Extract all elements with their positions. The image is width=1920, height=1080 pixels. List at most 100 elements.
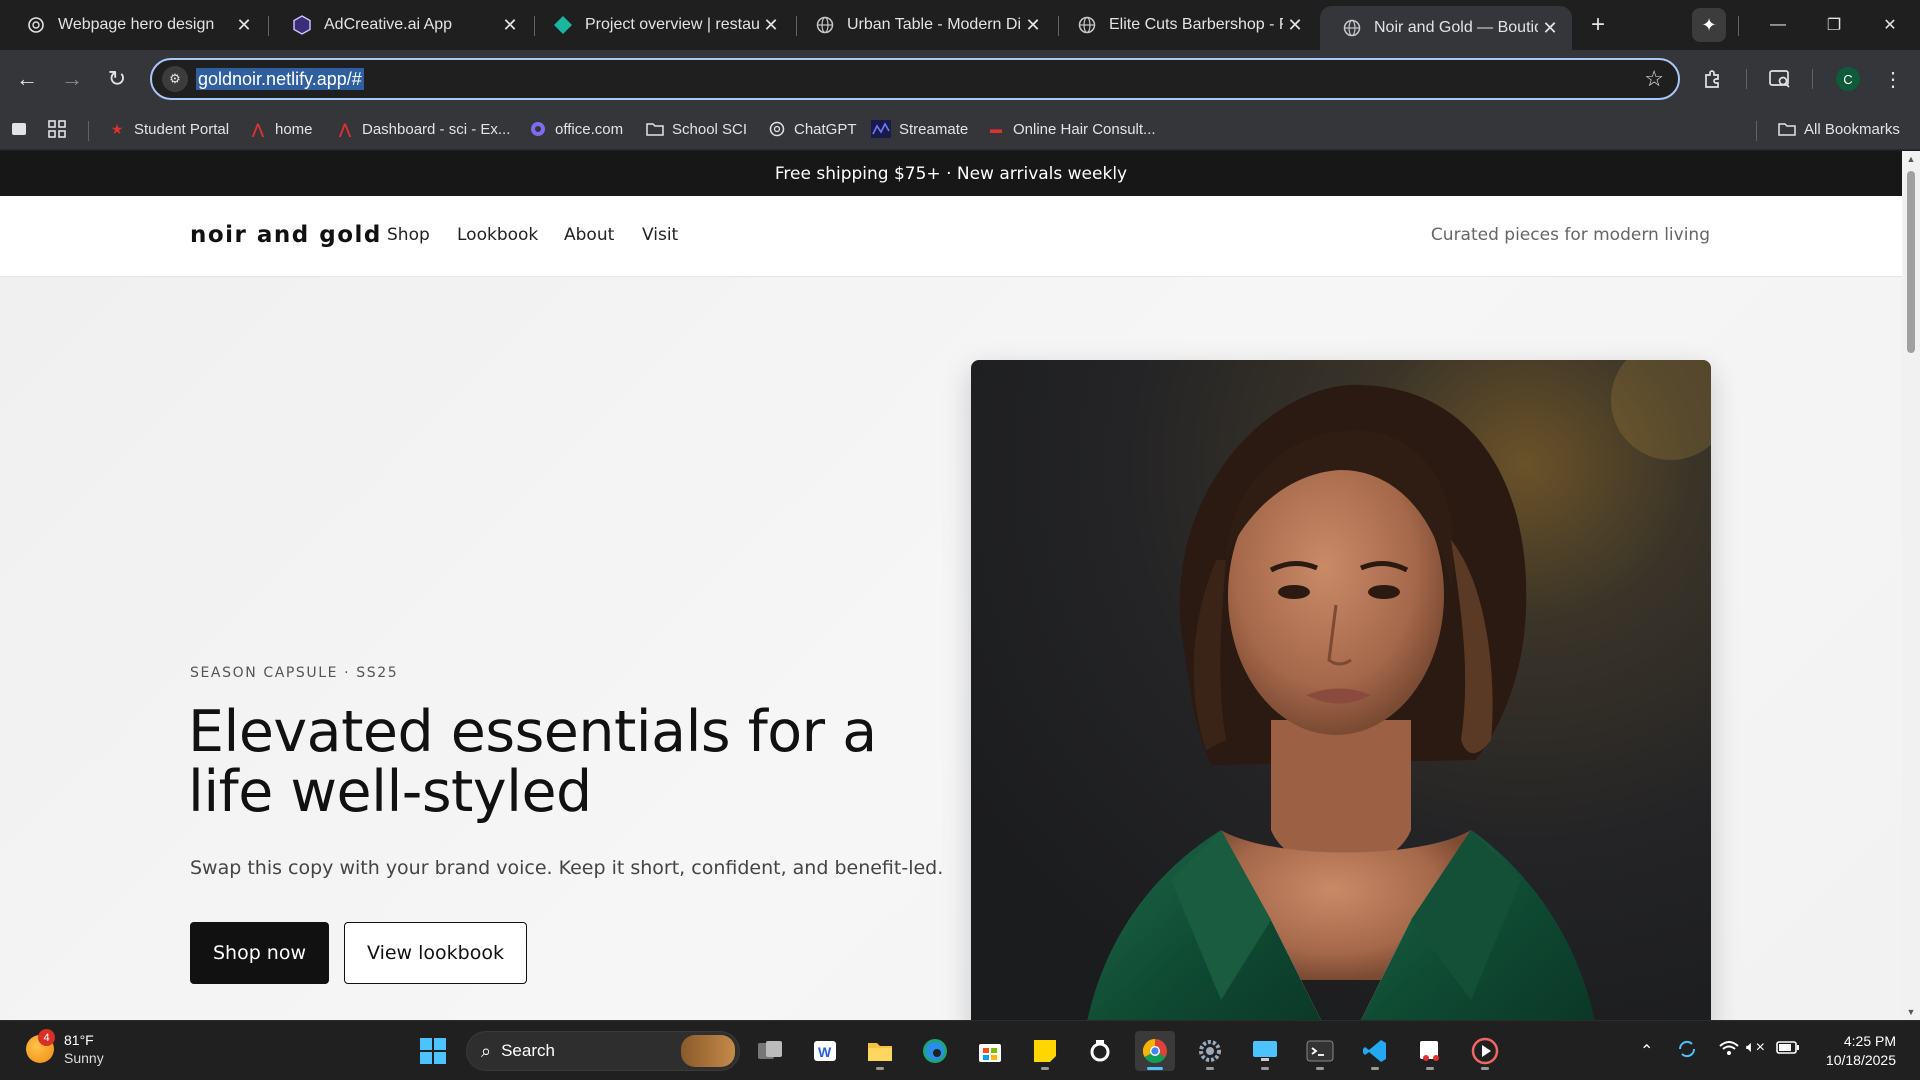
profile-avatar[interactable]: C bbox=[1836, 67, 1860, 91]
reading-list-icon[interactable] bbox=[10, 116, 28, 142]
bookmark-office[interactable]: office.com bbox=[529, 116, 623, 142]
bookmark-dashboard-sci[interactable]: ⋀ Dashboard - sci - Ex... bbox=[336, 116, 510, 142]
bookmark-streamate[interactable]: Streamate bbox=[871, 116, 968, 142]
scroll-up-arrow-icon[interactable]: ▲ bbox=[1906, 154, 1916, 164]
vscode-icon[interactable] bbox=[1355, 1031, 1395, 1071]
bookmark-home[interactable]: ⋀ home bbox=[249, 116, 312, 142]
announcement-bar: Free shipping $75+ · New arrivals weekly bbox=[0, 151, 1902, 196]
tab-webpage-hero-design[interactable]: Webpage hero design ✕ bbox=[4, 8, 266, 42]
edge-icon[interactable] bbox=[915, 1031, 955, 1071]
close-icon[interactable]: ✕ bbox=[1538, 16, 1562, 40]
chatgpt-icon bbox=[26, 15, 46, 35]
new-tab-button[interactable]: + bbox=[1585, 11, 1611, 38]
hair-icon: ▬ bbox=[990, 122, 1002, 136]
a-red-icon: ⋀ bbox=[339, 120, 351, 137]
bookmark-school-sci[interactable]: School SCI bbox=[646, 116, 747, 142]
hero-headline: Elevated essentials for a life well-styl… bbox=[188, 699, 877, 825]
snipping-tool-icon[interactable] bbox=[1410, 1031, 1450, 1071]
address-bar[interactable]: ⚙ goldnoir.netlify.app/# ☆ bbox=[150, 58, 1680, 100]
all-bookmarks-button[interactable]: All Bookmarks bbox=[1778, 116, 1900, 142]
gemini-sparkle-icon[interactable]: ✦ bbox=[1692, 8, 1726, 42]
weather-widget[interactable]: 4 81°F Sunny bbox=[26, 1029, 104, 1067]
tab-search-icon[interactable] bbox=[1766, 65, 1794, 93]
scroll-down-arrow-icon[interactable]: ▼ bbox=[1906, 1007, 1916, 1017]
sticky-notes-icon[interactable] bbox=[1025, 1031, 1065, 1071]
bookmark-label: Streamate bbox=[899, 120, 969, 138]
office-icon bbox=[529, 120, 547, 138]
tab-noir-and-gold[interactable]: Noir and Gold — Boutique ✕ bbox=[1320, 6, 1572, 50]
bookmark-student-portal[interactable]: ★ Student Portal bbox=[108, 116, 229, 142]
nav-lookbook[interactable]: Lookbook bbox=[457, 225, 538, 245]
window-close-icon[interactable]: ✕ bbox=[1870, 10, 1910, 40]
search-icon: ⌕ bbox=[481, 1040, 492, 1061]
site-info-icon[interactable]: ⚙ bbox=[162, 66, 188, 92]
scroll-thumb[interactable] bbox=[1907, 171, 1915, 353]
sync-icon[interactable] bbox=[1676, 1038, 1698, 1065]
nav-visit[interactable]: Visit bbox=[642, 225, 678, 245]
all-bookmarks-label: All Bookmarks bbox=[1804, 120, 1900, 138]
header-tagline: Curated pieces for modern living bbox=[1430, 225, 1710, 245]
windows-start-icon[interactable] bbox=[413, 1031, 453, 1071]
bookmark-star-icon[interactable]: ☆ bbox=[1644, 66, 1664, 92]
apps-grid-icon[interactable] bbox=[48, 116, 66, 142]
close-icon[interactable]: ✕ bbox=[498, 13, 522, 37]
app-ring-icon[interactable] bbox=[1080, 1031, 1120, 1071]
globe-icon bbox=[815, 15, 835, 35]
chrome-icon[interactable] bbox=[1135, 1031, 1175, 1071]
shop-now-button[interactable]: Shop now bbox=[190, 922, 329, 984]
clock-date: 10/18/2025 bbox=[1825, 1052, 1896, 1068]
bookmark-chatgpt[interactable]: ChatGPT bbox=[768, 116, 857, 142]
globe-icon bbox=[1077, 15, 1097, 35]
tab-elite-cuts[interactable]: Elite Cuts Barbershop - Pr ✕ bbox=[1055, 8, 1317, 42]
bookmark-label: Dashboard - sci - Ex... bbox=[362, 120, 511, 138]
hero-section: SEASON CAPSULE · SS25 Elevated essential… bbox=[0, 277, 1902, 1020]
streamate-icon bbox=[871, 120, 891, 138]
show-hidden-icons-chevron-icon[interactable]: ⌃ bbox=[1640, 1041, 1653, 1061]
battery-icon[interactable] bbox=[1776, 1039, 1800, 1062]
url-text[interactable]: goldnoir.netlify.app/# bbox=[196, 68, 364, 90]
microsoft-store-icon[interactable] bbox=[970, 1031, 1010, 1071]
remote-desktop-icon[interactable] bbox=[1245, 1031, 1285, 1071]
terminal-icon[interactable] bbox=[1300, 1031, 1340, 1071]
browser-toolbar: ← → ↻ ⚙ goldnoir.netlify.app/# ☆ C ⋮ bbox=[0, 50, 1920, 108]
a-red-icon: ⋀ bbox=[252, 120, 264, 137]
extensions-puzzle-icon[interactable] bbox=[1699, 65, 1727, 93]
tab-urban-table[interactable]: Urban Table - Modern Din ✕ bbox=[793, 8, 1055, 42]
bookmark-online-hair[interactable]: ▬ Online Hair Consult... bbox=[987, 116, 1156, 142]
view-lookbook-button[interactable]: View lookbook bbox=[344, 922, 527, 984]
taskbar-search-box[interactable]: ⌕ Search bbox=[466, 1031, 740, 1071]
close-icon[interactable]: ✕ bbox=[759, 13, 783, 37]
forward-arrow-icon[interactable]: → bbox=[57, 64, 87, 94]
page-scrollbar[interactable]: ▲ ▼ bbox=[1902, 151, 1920, 1020]
more-menu-icon[interactable]: ⋮ bbox=[1879, 65, 1907, 93]
tab-title: Project overview | restaura bbox=[585, 16, 759, 33]
star-red-icon: ★ bbox=[110, 120, 124, 137]
minimize-icon[interactable]: — bbox=[1758, 10, 1798, 40]
back-arrow-icon[interactable]: ← bbox=[12, 64, 42, 94]
close-icon[interactable]: ✕ bbox=[1283, 13, 1307, 37]
brand-logo[interactable]: noir and gold bbox=[190, 222, 382, 248]
tab-adcreative[interactable]: AdCreative.ai App ✕ bbox=[270, 8, 532, 42]
settings-gear-icon[interactable] bbox=[1190, 1031, 1230, 1071]
nav-shop[interactable]: Shop bbox=[387, 225, 430, 245]
tab-title: Noir and Gold — Boutique bbox=[1374, 19, 1538, 36]
volume-muted-icon[interactable]: 🔈︎× bbox=[1746, 1039, 1765, 1057]
close-icon[interactable]: ✕ bbox=[232, 13, 256, 37]
restore-icon[interactable]: ❐ bbox=[1814, 10, 1854, 40]
close-icon[interactable]: ✕ bbox=[1021, 13, 1045, 37]
site-header: noir and gold Shop Lookbook About Visit … bbox=[0, 196, 1902, 277]
file-explorer-icon[interactable] bbox=[860, 1031, 900, 1071]
nav-about[interactable]: About bbox=[564, 225, 614, 245]
word-icon[interactable]: W bbox=[805, 1031, 845, 1071]
tab-title: Webpage hero design bbox=[58, 16, 215, 33]
task-view-icon[interactable] bbox=[750, 1031, 790, 1071]
reload-icon[interactable]: ↻ bbox=[102, 64, 132, 94]
tab-title: AdCreative.ai App bbox=[324, 16, 453, 33]
folder-icon bbox=[1778, 120, 1796, 138]
wifi-icon[interactable] bbox=[1718, 1038, 1740, 1063]
hero-eyebrow: SEASON CAPSULE · SS25 bbox=[190, 665, 399, 681]
media-player-icon[interactable] bbox=[1465, 1031, 1505, 1071]
folder-icon bbox=[646, 120, 664, 138]
system-clock[interactable]: 4:25 PM 10/18/2025 bbox=[1826, 1032, 1896, 1070]
tab-project-overview[interactable]: Project overview | restaura ✕ bbox=[531, 8, 793, 42]
